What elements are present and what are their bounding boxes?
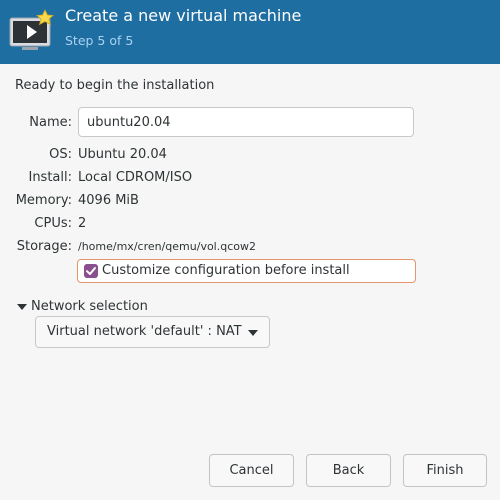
expander-arrow-icon: [17, 303, 27, 310]
network-selection-expander[interactable]: Network selection: [17, 299, 148, 314]
cpus-label: CPUs:: [34, 216, 72, 231]
wizard-header: Create a new virtual machine Step 5 of 5: [0, 0, 500, 64]
network-selection-label[interactable]: Network selection: [31, 299, 148, 314]
wizard-title: Create a new virtual machine: [65, 6, 302, 25]
install-label: Install:: [28, 170, 72, 185]
network-combo[interactable]: Virtual network 'default' : NAT: [35, 316, 270, 348]
memory-label: Memory:: [15, 193, 72, 208]
back-button[interactable]: Back: [306, 454, 391, 487]
os-value: Ubuntu 20.04: [78, 147, 167, 162]
checkmark-icon: [86, 267, 96, 275]
memory-value: 4096 MiB: [78, 193, 139, 208]
storage-value: /home/mx/cren/qemu/vol.qcow2: [78, 240, 256, 253]
finish-button[interactable]: Finish: [403, 454, 487, 487]
install-value: Local CDROM/ISO: [78, 170, 193, 185]
network-combo-value: Virtual network 'default' : NAT: [47, 324, 242, 339]
chevron-down-icon: [248, 330, 258, 336]
customize-checkbox-row[interactable]: Customize configuration before install: [77, 259, 416, 283]
cancel-button[interactable]: Cancel: [209, 454, 294, 487]
customize-label[interactable]: Customize configuration before install: [102, 263, 350, 278]
ready-heading: Ready to begin the installation: [15, 78, 215, 93]
monitor-play-icon: [9, 9, 54, 50]
name-label: Name:: [29, 115, 72, 130]
storage-label: Storage:: [16, 239, 72, 254]
os-label: OS:: [49, 147, 72, 162]
cpus-value: 2: [78, 216, 87, 231]
wizard-step: Step 5 of 5: [65, 33, 134, 48]
name-input[interactable]: [78, 107, 414, 137]
customize-checkbox[interactable]: [84, 264, 98, 278]
